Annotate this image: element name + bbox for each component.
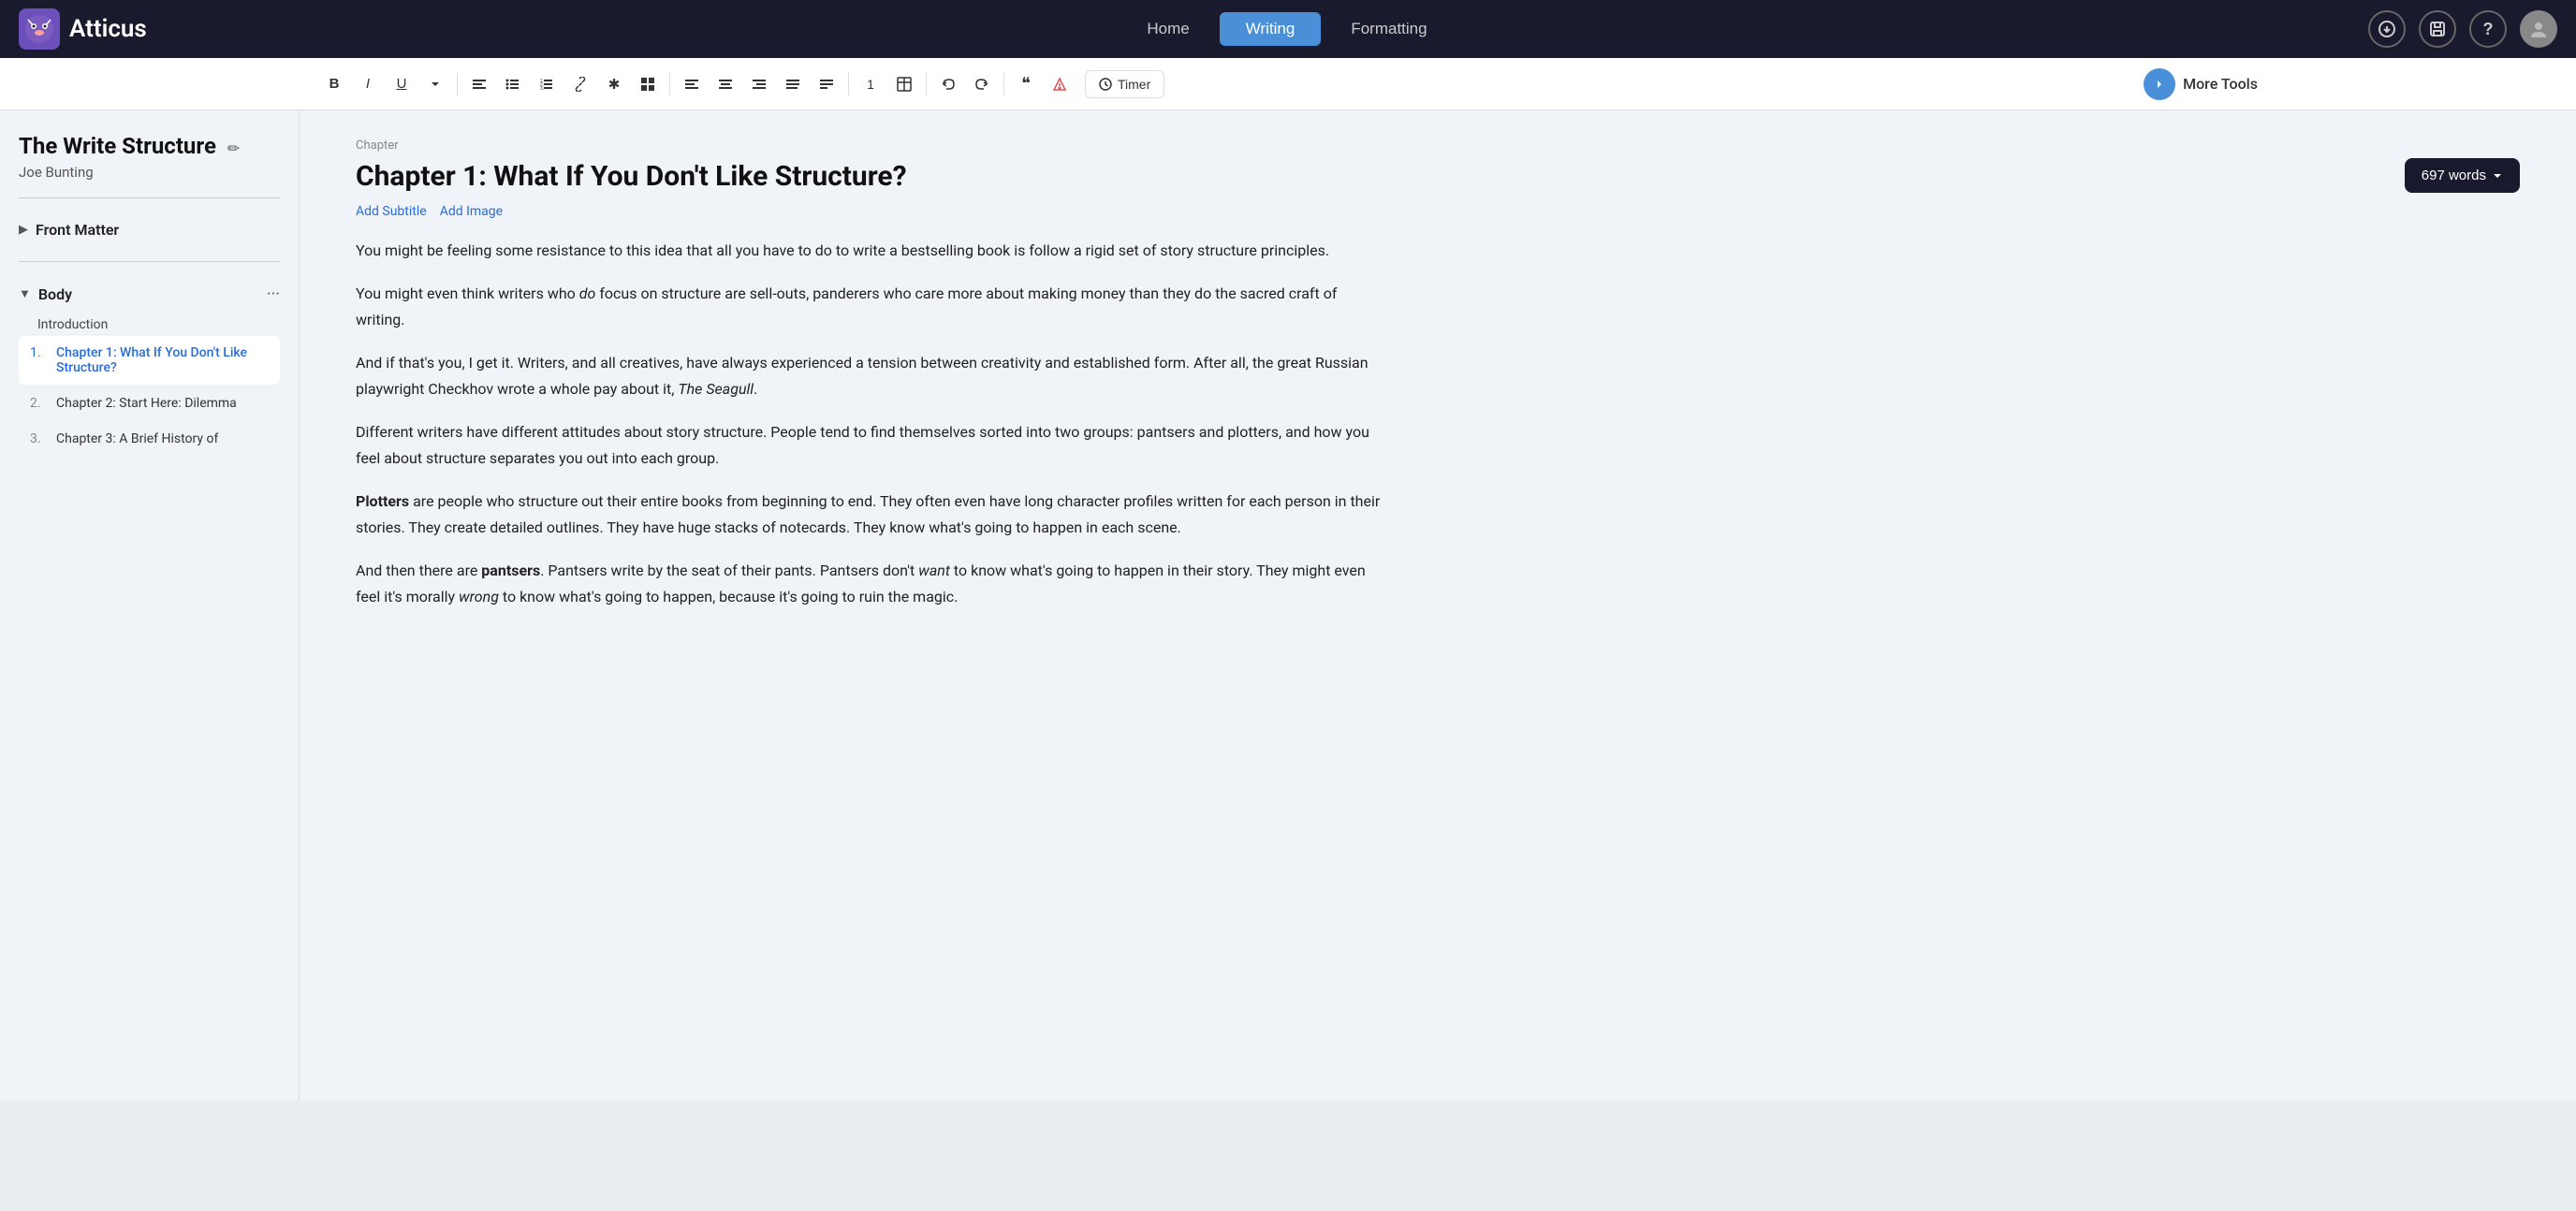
align-center-btn[interactable]: [710, 68, 741, 100]
add-image-link[interactable]: Add Image: [440, 204, 503, 219]
toolbar-sep-3: [848, 73, 849, 95]
content-area: Chapter Chapter 1: What If You Don't Lik…: [300, 110, 2576, 1101]
alert-btn[interactable]: [1044, 68, 1076, 100]
sidebar: The Write Structure ✏ Joe Bunting ▶ Fron…: [0, 110, 300, 1101]
timer-btn[interactable]: Timer: [1085, 70, 1164, 98]
logo-area: Atticus: [19, 8, 206, 50]
front-matter-chevron: ▶: [19, 223, 28, 237]
link-btn[interactable]: [564, 68, 596, 100]
save-icon-btn[interactable]: [2419, 10, 2456, 48]
book-author: Joe Bunting: [19, 164, 280, 181]
chapter-title-row: Chapter 1: What If You Don't Like Struct…: [356, 158, 2520, 195]
add-subtitle-link[interactable]: Add Subtitle: [356, 204, 427, 219]
underline-btn[interactable]: U: [386, 68, 417, 100]
number1-btn[interactable]: 1: [855, 68, 886, 100]
sidebar-divider-2: [19, 261, 280, 262]
format-dropdown-btn[interactable]: [419, 68, 451, 100]
front-matter-section[interactable]: ▶ Front Matter: [19, 215, 280, 244]
app-name: Atticus: [69, 15, 147, 43]
body-section[interactable]: ▼ Body ···: [19, 279, 280, 310]
bold-btn[interactable]: B: [318, 68, 350, 100]
paragraph-6: And then there are pantsers. Pantsers wr…: [356, 558, 1385, 610]
chapter-item-1[interactable]: 1. Chapter 1: What If You Don't Like Str…: [19, 336, 280, 385]
chapter-item-2[interactable]: 2. Chapter 2: Start Here: Dilemma: [19, 387, 280, 420]
sidebar-divider-1: [19, 197, 280, 198]
toolbar-sep-1: [457, 73, 458, 95]
grid-btn[interactable]: [632, 68, 664, 100]
numbered-list-btn[interactable]: 1.2.3.: [531, 68, 563, 100]
toolbar-sep-4: [926, 73, 927, 95]
nav-tab-home[interactable]: Home: [1120, 12, 1215, 46]
nav-right: ?: [2368, 10, 2557, 48]
book-title-area: The Write Structure ✏ Joe Bunting: [19, 133, 280, 181]
download-icon-btn[interactable]: [2368, 10, 2406, 48]
introduction-label: Introduction: [19, 310, 280, 336]
top-navigation: Atticus Home Writing Formatting ?: [0, 0, 2576, 58]
user-avatar-btn[interactable]: [2520, 10, 2557, 48]
align-right-btn[interactable]: [743, 68, 775, 100]
toolbar-sep-2: [669, 73, 670, 95]
chapter-heading[interactable]: Chapter 1: What If You Don't Like Struct…: [356, 158, 907, 195]
paragraph-4: Different writers have different attitud…: [356, 419, 1385, 472]
align-left2-btn[interactable]: [676, 68, 708, 100]
body-text[interactable]: You might be feeling some resistance to …: [356, 238, 1385, 610]
toolbar-sep-5: [1003, 73, 1004, 95]
more-tools-area: More Tools: [2144, 68, 2258, 100]
svg-text:3.: 3.: [540, 86, 544, 92]
nav-tabs: Home Writing Formatting: [206, 12, 2368, 46]
body-options-btn[interactable]: ···: [267, 285, 280, 304]
edit-title-icon[interactable]: ✏: [227, 139, 240, 157]
nav-tab-formatting[interactable]: Formatting: [1325, 12, 1453, 46]
quote-btn[interactable]: ❝: [1010, 68, 1042, 100]
paragraph-5: Plotters are people who structure out th…: [356, 489, 1385, 541]
asterisk-btn[interactable]: ✱: [598, 68, 630, 100]
paragraph-1: You might be feeling some resistance to …: [356, 238, 1385, 264]
align-left-btn[interactable]: [463, 68, 495, 100]
app-logo-icon: [19, 8, 60, 50]
subtitle-image-row: Add Subtitle Add Image: [356, 204, 2520, 219]
word-count-btn[interactable]: 697 words: [2405, 158, 2520, 193]
front-matter-label: Front Matter: [36, 221, 119, 239]
main-layout: The Write Structure ✏ Joe Bunting ▶ Fron…: [0, 110, 2576, 1101]
book-title: The Write Structure: [19, 133, 216, 159]
bullet-list-btn[interactable]: [497, 68, 529, 100]
timer-label: Timer: [1118, 77, 1150, 92]
redo-btn[interactable]: [966, 68, 998, 100]
undo-btn[interactable]: [932, 68, 964, 100]
align-bottom-btn[interactable]: [811, 68, 842, 100]
more-tools-label: More Tools: [2183, 75, 2258, 93]
word-count-value: 697 words: [2422, 168, 2486, 183]
paragraph-3: And if that's you, I get it. Writers, an…: [356, 350, 1385, 402]
body-chevron: ▼: [19, 286, 31, 301]
nav-tab-writing[interactable]: Writing: [1220, 12, 1322, 46]
align-justify-btn[interactable]: [777, 68, 809, 100]
more-tools-toggle-btn[interactable]: [2144, 68, 2175, 100]
help-icon-btn[interactable]: ?: [2469, 10, 2507, 48]
body-label: Body: [38, 285, 72, 303]
italic-btn[interactable]: I: [352, 68, 384, 100]
chapter-label: Chapter: [356, 139, 2520, 153]
paragraph-2: You might even think writers who do focu…: [356, 281, 1385, 333]
formatting-toolbar: B I U 1.2.3. ✱ 1 ❝: [0, 58, 2576, 110]
chapter-item-3[interactable]: 3. Chapter 3: A Brief History of: [19, 422, 280, 456]
table-btn[interactable]: [888, 68, 920, 100]
